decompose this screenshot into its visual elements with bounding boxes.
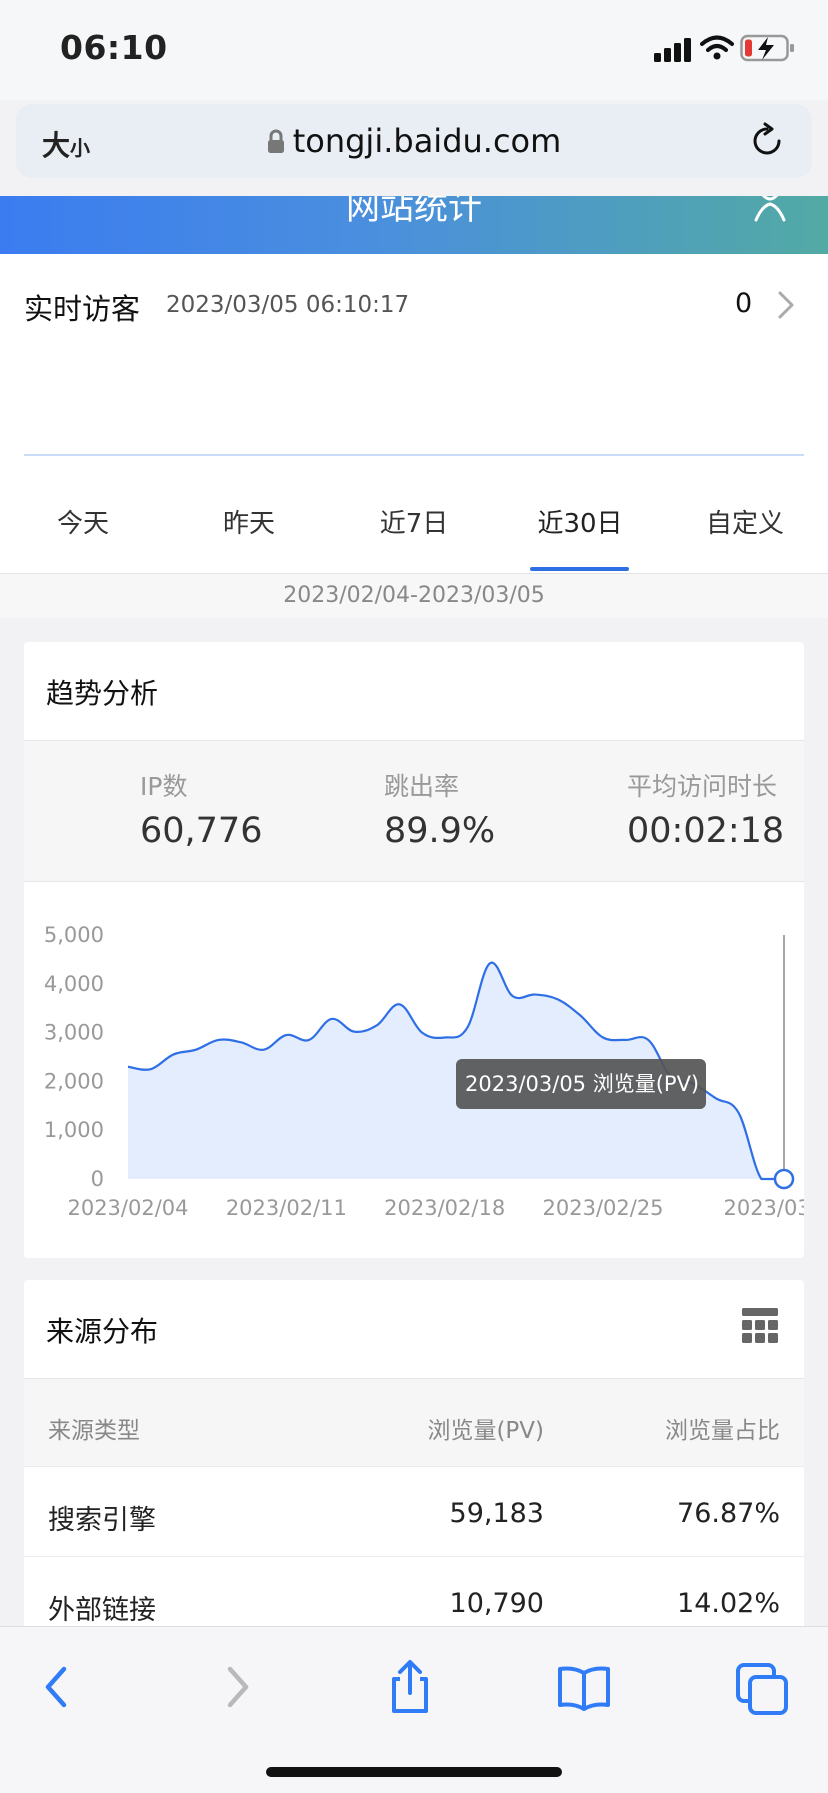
realtime-label: 实时访客: [24, 292, 141, 326]
kpi-row: IP数 60,776 跳出率 89.9% 平均访问时长 00:02:18: [24, 740, 804, 882]
reload-icon[interactable]: [748, 122, 786, 160]
kpi-duration-label: 平均访问时长: [627, 772, 778, 801]
kpi-ip-value: 60,776: [140, 811, 263, 851]
kpi-bounce-value: 89.9%: [384, 811, 496, 851]
cellular-signal-icon: [654, 36, 691, 62]
lock-icon: [267, 129, 284, 153]
trend-chart[interactable]: 0 1,000 2,000 3,000 4,000 5,000 2023/02/04 202…: [24, 900, 804, 1230]
y-tick-label: 3,000: [44, 1021, 104, 1045]
pv-share-cell: 76.87%: [677, 1498, 780, 1529]
browser-toolbar: [0, 1626, 828, 1793]
chart-cursor-point: [773, 1168, 795, 1190]
y-tick-label: 2,000: [44, 1069, 104, 1093]
tab-last-7-days[interactable]: 近7日: [331, 503, 497, 540]
x-tick-label: 2023/03/05: [723, 1196, 804, 1220]
source-type-cell: 外部链接: [48, 1595, 156, 1626]
x-tick-label: 2023/02/25: [543, 1196, 664, 1220]
column-pv: 浏览量(PV): [427, 1418, 544, 1444]
realtime-baseline: [24, 454, 804, 456]
x-tick-label: 2023/02/11: [226, 1196, 347, 1220]
date-range: 2023/02/04-2023/03/05: [0, 574, 828, 618]
address-bar[interactable]: 大小 tongji.baidu.com: [16, 104, 812, 178]
realtime-count: 0: [735, 288, 753, 319]
chart-tooltip: 2023/03/05 浏览量(PV) 0: [456, 1059, 719, 1109]
active-tab-indicator: [530, 567, 629, 571]
tab-last-30-days[interactable]: 近30日: [497, 503, 663, 540]
home-indicator: [266, 1767, 562, 1777]
kpi-ip-label: IP数: [140, 772, 188, 801]
y-tick-label: 0: [91, 1167, 104, 1191]
share-icon[interactable]: [380, 1657, 440, 1717]
table-row[interactable]: 搜索引擎 59,183 76.87%: [24, 1466, 804, 1557]
tab-custom[interactable]: 自定义: [662, 503, 828, 540]
url-display[interactable]: tongji.baidu.com: [16, 122, 812, 160]
back-icon[interactable]: [28, 1657, 88, 1717]
realtime-visitors-card[interactable]: 实时访客 2023/03/05 06:10:17 0: [0, 254, 828, 469]
column-source-type: 来源类型: [48, 1418, 140, 1444]
pv-cell: 10,790: [449, 1588, 544, 1619]
tabs-icon[interactable]: [732, 1657, 792, 1717]
bookmarks-icon[interactable]: [554, 1657, 614, 1717]
source-type-cell: 搜索引擎: [48, 1505, 156, 1536]
y-tick-label: 4,000: [44, 972, 104, 996]
header-title: 网站统计: [346, 196, 482, 228]
trend-title: 趋势分析: [46, 677, 159, 710]
source-title: 来源分布: [46, 1315, 159, 1348]
tab-today[interactable]: 今天: [0, 503, 166, 540]
tab-yesterday[interactable]: 昨天: [166, 503, 332, 540]
y-tick-label: 1,000: [44, 1118, 104, 1142]
status-time: 06:10: [60, 28, 168, 67]
y-tick-label: 5,000: [44, 923, 104, 947]
x-tick-label: 2023/02/04: [67, 1196, 188, 1220]
pv-cell: 59,183: [449, 1498, 544, 1529]
app-header: 网站统计: [0, 196, 828, 254]
x-tick-label: 2023/02/18: [384, 1196, 505, 1220]
pv-share-cell: 14.02%: [677, 1588, 780, 1619]
period-tabs: 今天 昨天 近7日 近30日 自定义: [0, 469, 828, 574]
chevron-right-icon[interactable]: [776, 290, 796, 320]
kpi-bounce-label: 跳出率: [384, 772, 460, 801]
status-bar: 06:10: [0, 0, 828, 100]
source-distribution-card: 来源分布 来源类型 浏览量(PV) 浏览量占比 搜索引擎 59,183 76.8…: [24, 1280, 804, 1640]
url-text: tongji.baidu.com: [292, 122, 562, 160]
realtime-datetime: 2023/03/05 06:10:17: [166, 292, 410, 318]
battery-charging-icon: [740, 34, 794, 62]
table-header: 来源类型 浏览量(PV) 浏览量占比: [24, 1378, 804, 1467]
table-grid-icon[interactable]: [742, 1308, 778, 1344]
forward-icon[interactable]: [206, 1657, 266, 1717]
wifi-icon: [700, 35, 734, 60]
kpi-duration-value: 00:02:18: [627, 811, 785, 851]
column-pv-share: 浏览量占比: [665, 1418, 780, 1444]
tooltip-text: 2023/03/05 浏览量(PV) 0: [465, 1072, 719, 1096]
user-icon[interactable]: [752, 196, 788, 226]
